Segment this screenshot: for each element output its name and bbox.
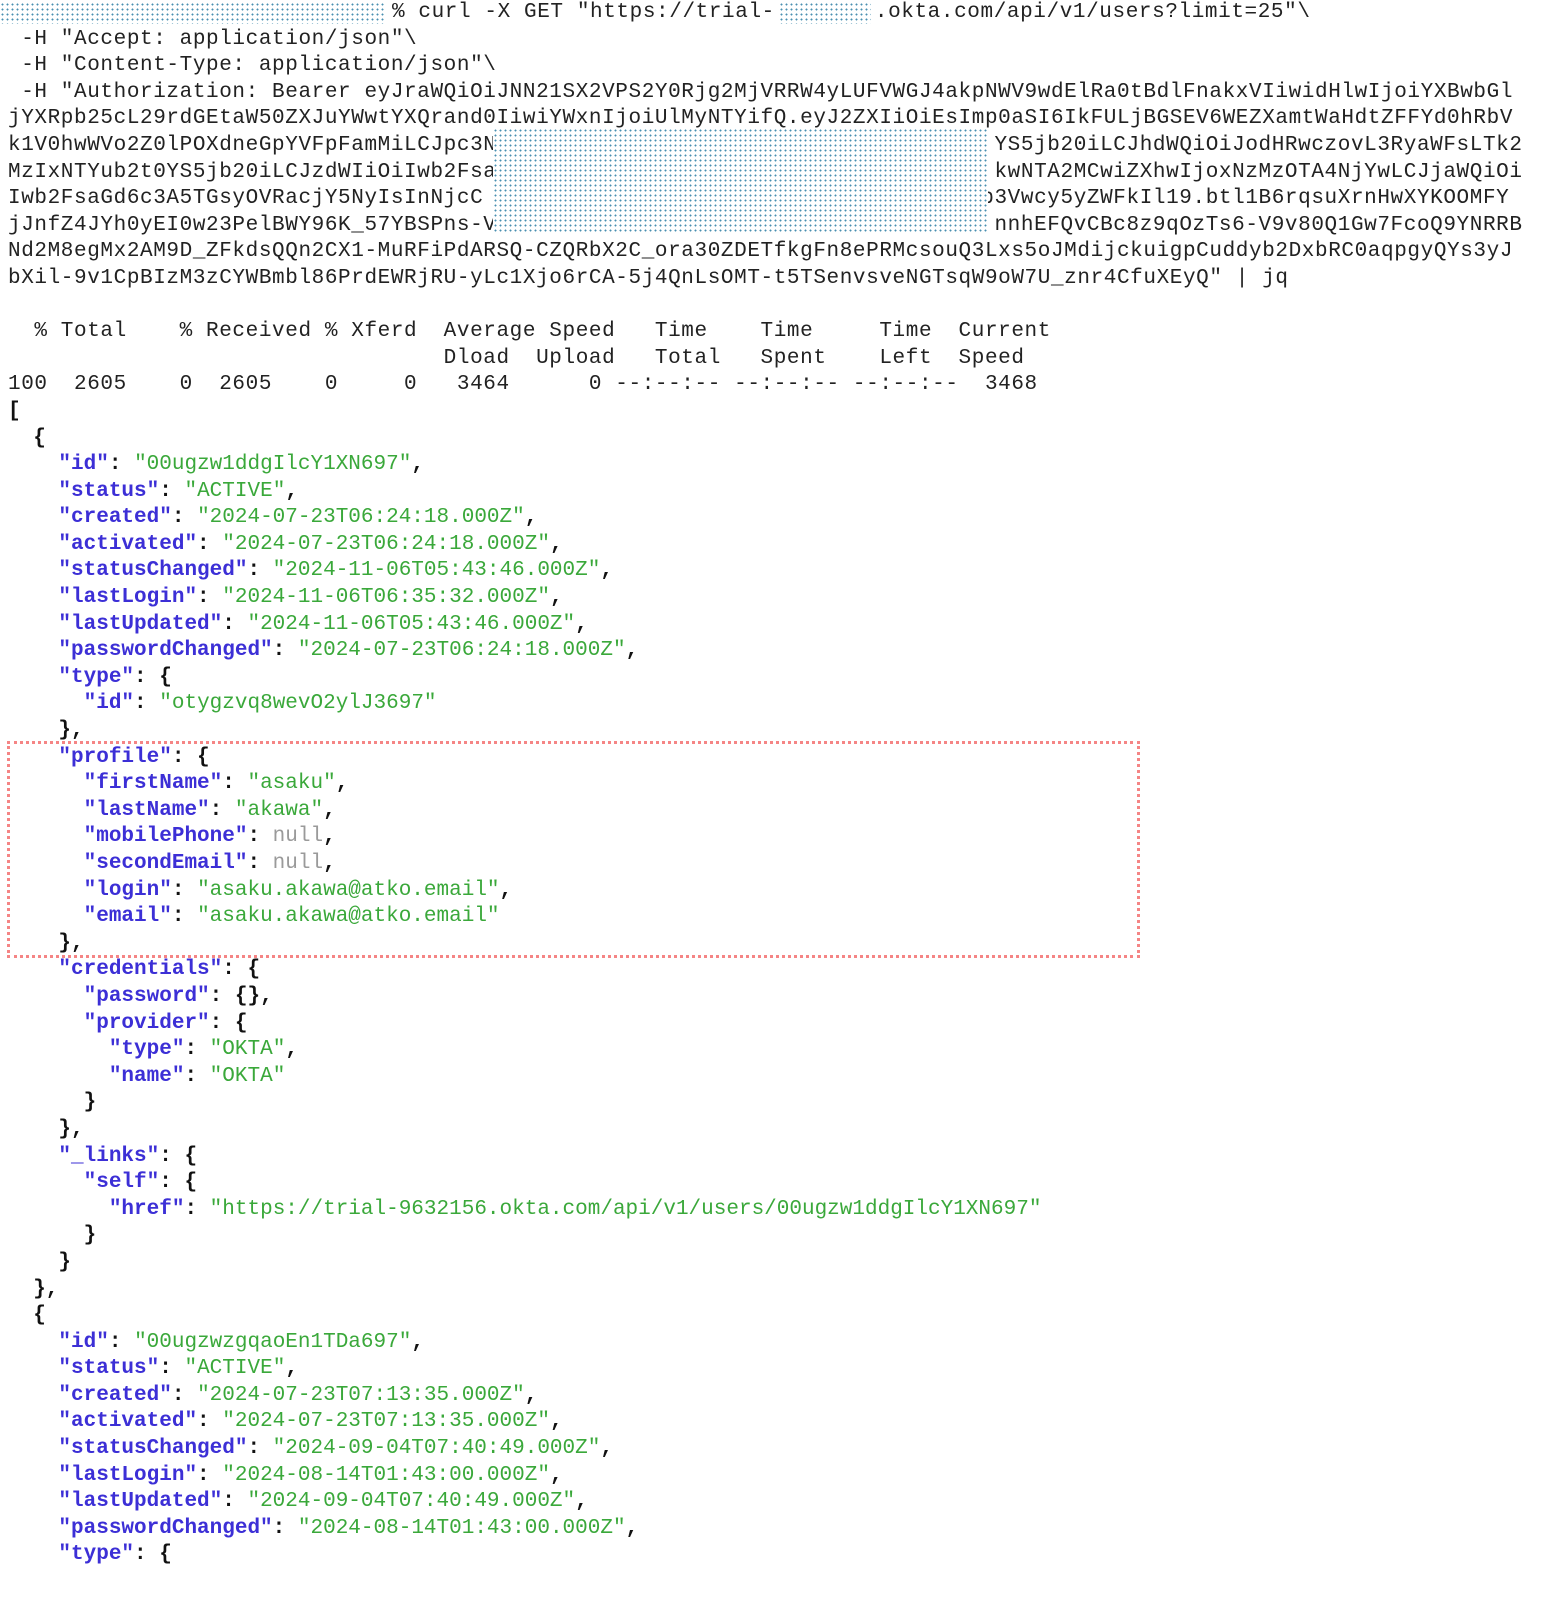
json-field-last-login: "lastLogin": "2024-08-14T01:43:00.000Z", <box>58 1463 563 1487</box>
terminal-output: % curl -X GET "https://trial- .okta.com/a… <box>8 0 1523 1569</box>
json-field-second-email: "secondEmail": null, <box>83 852 336 875</box>
json-field-last-updated: "lastUpdated": "2024-09-04T07:40:49.000Z… <box>58 1490 588 1514</box>
token-line: Nd2M8egMx2AM9D_ZFkdsQQn2CX1-MuRFiPdARSQ-… <box>8 240 1514 264</box>
json-field-activated: "activated": "2024-07-23T07:13:35.000Z", <box>58 1410 563 1434</box>
json-field-status: "status": "ACTIVE", <box>58 479 298 503</box>
json-field-mobile-phone: "mobilePhone": null, <box>83 825 336 849</box>
json-field-id: "id": "00ugzwzgqaoEn1TDa697", <box>58 1330 424 1354</box>
json-field-type-id: "id": "otygzvq8wevO2ylJ3697" <box>83 692 437 716</box>
progress-subheader: Dload Upload Total Spent Left Speed <box>8 346 1025 370</box>
json-field-provider: "provider": { <box>83 1011 248 1035</box>
json-field-status-changed: "statusChanged": "2024-11-06T05:43:46.00… <box>58 559 613 583</box>
json-field-provider-name: "name": "OKTA" <box>108 1064 286 1088</box>
json-field-type: "type": { <box>58 1543 172 1567</box>
json-field-id: "id": "00ugzw1ddgIlcY1XN697", <box>58 453 424 477</box>
json-field-links: "_links": { <box>58 1144 198 1168</box>
redaction-prompt <box>0 2 384 24</box>
header-content-type: -H "Content-Type: application/json"\ <box>8 54 497 78</box>
json-field-credentials: "credentials": { <box>58 958 261 982</box>
json-field-login: "login": "asaku.akawa@atko.email", <box>83 878 513 902</box>
header-accept: -H "Accept: application/json"\ <box>8 27 418 51</box>
json-field-profile: "profile": { <box>58 745 210 769</box>
json-field-password-changed: "passwordChanged": "2024-07-23T06:24:18.… <box>58 639 639 663</box>
header-authorization: -H "Authorization: Bearer eyJraWQiOiJNN2… <box>8 80 1514 104</box>
json-field-last-name: "lastName": "akawa", <box>83 798 336 822</box>
json-field-provider-type: "type": "OKTA", <box>108 1038 298 1062</box>
redaction-token <box>493 128 988 232</box>
json-field-password-changed: "passwordChanged": "2024-08-14T01:43:00.… <box>58 1516 639 1540</box>
redaction-hostname <box>779 2 871 24</box>
progress-values: 100 2605 0 2605 0 0 3464 0 --:--:-- --:-… <box>8 373 1038 397</box>
json-field-self: "self": { <box>83 1171 198 1195</box>
prompt-symbol: % <box>392 1 406 24</box>
curl-command: curl -X GET "https://trial- <box>418 1 775 24</box>
json-field-activated: "activated": "2024-07-23T06:24:18.000Z", <box>58 532 563 556</box>
json-field-href: "href": "https://trial-9632156.okta.com/… <box>108 1197 1042 1221</box>
token-line: bXil-9v1CpBIzM3zCYWBmbl86PrdEWRjRU-yLc1X… <box>8 266 1289 290</box>
json-field-type: "type": { <box>58 665 172 689</box>
json-field-first-name: "firstName": "asaku", <box>83 772 349 796</box>
progress-header: % Total % Received % Xferd Average Speed… <box>8 320 1051 344</box>
json-field-status: "status": "ACTIVE", <box>58 1357 298 1381</box>
json-field-created: "created": "2024-07-23T07:13:35.000Z", <box>58 1383 538 1407</box>
json-field-created: "created": "2024-07-23T06:24:18.000Z", <box>58 506 538 530</box>
json-field-last-updated: "lastUpdated": "2024-11-06T05:43:46.000Z… <box>58 612 588 636</box>
json-field-last-login: "lastLogin": "2024-11-06T06:35:32.000Z", <box>58 586 563 610</box>
json-field-password: "password": {}, <box>83 984 273 1008</box>
json-field-status-changed: "statusChanged": "2024-09-04T07:40:49.00… <box>58 1437 613 1461</box>
json-field-email: "email": "asaku.akawa@atko.email" <box>83 905 500 929</box>
curl-url-suffix: .okta.com/api/v1/users?limit=25"\ <box>874 1 1311 24</box>
